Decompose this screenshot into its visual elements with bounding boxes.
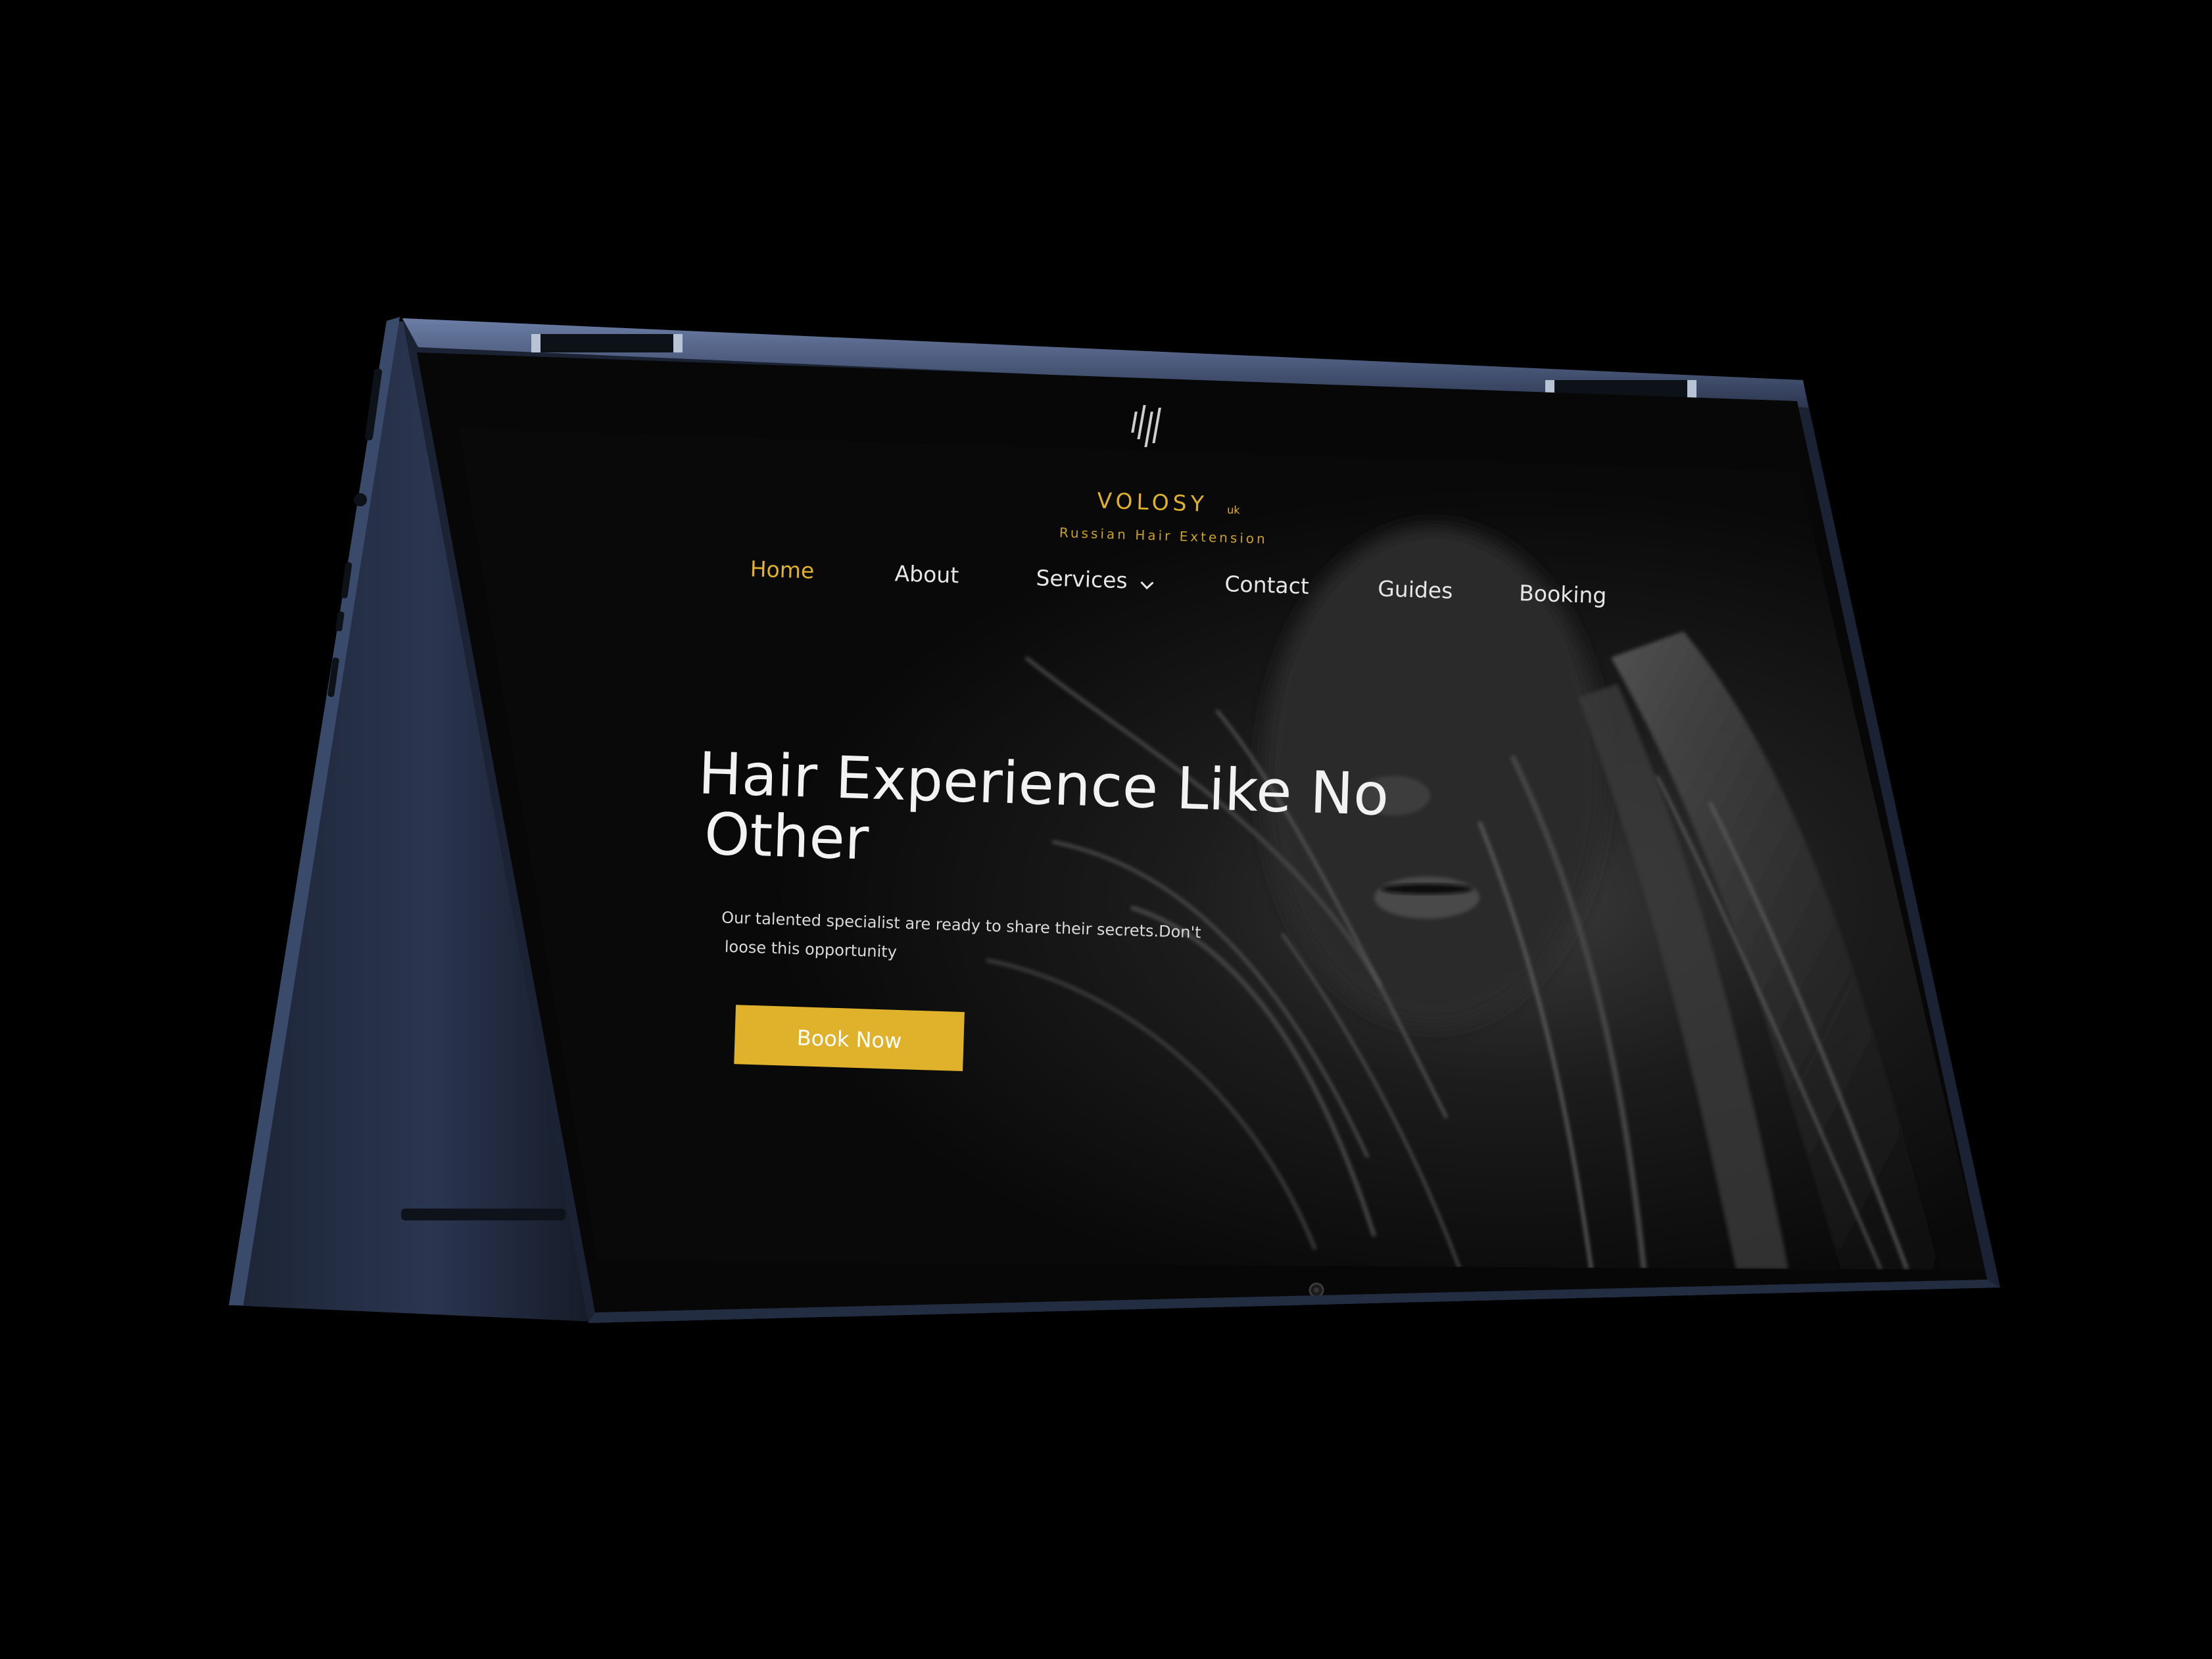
nav-item-guides[interactable]: Guides xyxy=(1378,575,1453,604)
logo-name: VOLOSY xyxy=(1097,487,1208,516)
nav-item-booking[interactable]: Booking xyxy=(1519,580,1607,608)
nav-item-contact[interactable]: Contact xyxy=(1224,571,1310,599)
device-mockup-stage: VOLOSY uk Russian Hair Extension Home Ab… xyxy=(0,0,2212,1659)
book-now-button[interactable]: Book Now xyxy=(734,1005,965,1072)
book-now-label: Book Now xyxy=(796,1025,902,1053)
nav-item-home[interactable]: Home xyxy=(750,556,815,583)
hero-title-line2: Other xyxy=(704,800,871,873)
tablet-mockup: VOLOSY uk Russian Hair Extension Home Ab… xyxy=(229,317,2000,1323)
nav-item-services[interactable]: Services xyxy=(1036,565,1128,593)
logo-suffix: uk xyxy=(1227,504,1241,517)
nav-item-about[interactable]: About xyxy=(894,560,959,588)
webcam-icon xyxy=(1309,1282,1324,1298)
screen: VOLOSY uk Russian Hair Extension Home Ab… xyxy=(459,429,1984,1270)
